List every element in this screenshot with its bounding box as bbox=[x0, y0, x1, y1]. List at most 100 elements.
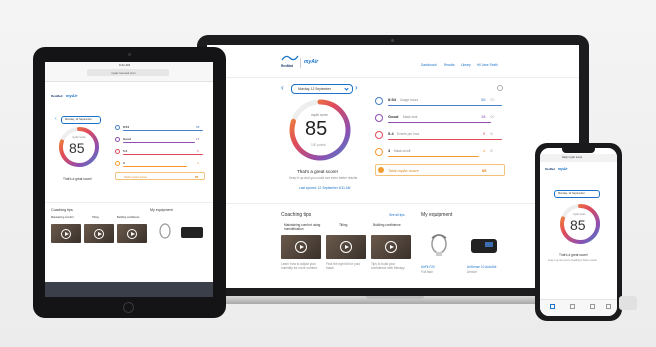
metric-max: /70 bbox=[490, 98, 495, 102]
see-all-tips-link[interactable]: See all tips bbox=[389, 213, 405, 217]
tip-title: Building confidence bbox=[373, 223, 401, 227]
laptop-base-notch bbox=[366, 296, 424, 299]
nav-account[interactable]: Hi! Jane Smith bbox=[477, 63, 498, 67]
mask-on-off-icon bbox=[375, 148, 383, 156]
play-icon bbox=[61, 229, 71, 239]
tablet-metric-row[interactable]: 3 4 bbox=[115, 160, 205, 170]
phone-score-sub-message: Keep it up and you're heading to better … bbox=[548, 259, 597, 262]
metric-max: /5 bbox=[490, 132, 493, 136]
play-icon bbox=[94, 229, 104, 239]
tablet-url-bar[interactable]: myair.resmed.com bbox=[87, 69, 169, 76]
metric-label: Mask seal bbox=[403, 115, 418, 119]
phone-myair-logo: myAir bbox=[558, 167, 568, 171]
resmed-wordmark: ResMed bbox=[281, 64, 294, 68]
phone-side-accent bbox=[619, 296, 637, 310]
nav-results[interactable]: Results bbox=[444, 63, 455, 67]
nav-dashboard[interactable]: Dashboard bbox=[421, 63, 437, 67]
tablet-nav-chevron-icon[interactable]: ‹ bbox=[55, 116, 57, 122]
metric-bar bbox=[388, 122, 491, 124]
tablet-tip-title: Building confidence bbox=[117, 216, 140, 219]
metric-bar bbox=[388, 105, 502, 107]
tablet-myair-logo: myAir bbox=[66, 93, 78, 98]
tip-card[interactable]: Tilting Find the right tilt for your mas… bbox=[326, 222, 366, 282]
tab-library-icon[interactable] bbox=[590, 304, 595, 309]
prev-day-chevron-icon[interactable]: ‹ bbox=[281, 83, 284, 92]
tablet-camera bbox=[128, 53, 131, 56]
my-equipment-title: My equipment bbox=[421, 212, 453, 218]
play-icon bbox=[127, 229, 137, 239]
equipment-item[interactable]: AirFit F20 Full face bbox=[421, 225, 461, 285]
tip-card[interactable]: Maintaining comfort using humidification… bbox=[281, 222, 321, 282]
total-label: Total myAir score bbox=[388, 168, 419, 173]
tip-video-thumbnail[interactable] bbox=[371, 235, 411, 259]
metric-row-mask-seal[interactable]: Good Mask seal 18 /20 bbox=[375, 112, 505, 128]
tablet-score-label: myAir score bbox=[72, 136, 86, 139]
tablet-home-button[interactable] bbox=[123, 302, 134, 313]
metric-value: 3 bbox=[388, 148, 391, 153]
metric-bar bbox=[388, 156, 479, 158]
tablet-metric-row[interactable]: 5.4 5 bbox=[115, 148, 205, 158]
metric-points: 4 bbox=[483, 148, 486, 153]
mask-icon bbox=[115, 137, 120, 142]
tab-menu-icon[interactable] bbox=[606, 304, 611, 309]
metric-value: 5.4 bbox=[388, 131, 394, 136]
metric-value: 8:54 bbox=[388, 97, 397, 102]
next-day-chevron-icon[interactable]: › bbox=[355, 83, 358, 92]
tablet-date-picker[interactable]: Monday, 12 September bbox=[61, 116, 101, 124]
tablet-footer bbox=[45, 282, 213, 297]
metric-points: 5 bbox=[197, 149, 199, 153]
tablet-cpap-device-icon bbox=[181, 227, 203, 238]
metric-row-events[interactable]: 5.4 Events per hour 5 /5 bbox=[375, 129, 505, 145]
star-icon bbox=[378, 167, 384, 173]
help-icon[interactable] bbox=[497, 85, 503, 91]
phone-score-message: That's a great score! bbox=[559, 253, 588, 257]
phone-date-picker-label: Monday, 12 September bbox=[558, 192, 585, 195]
tablet-tip-thumbnail[interactable] bbox=[117, 224, 147, 243]
equipment-item[interactable]: AirSense 10 AutoSet Device bbox=[467, 225, 507, 285]
tablet-metric-row[interactable]: Good 17 bbox=[115, 136, 205, 146]
metric-bar bbox=[388, 139, 502, 141]
tablet-equipment-title: My equipment bbox=[150, 208, 173, 212]
equipment-name: AirSense 10 AutoSet bbox=[467, 265, 497, 269]
tablet-metric-row[interactable]: 8:54 58 bbox=[115, 124, 205, 134]
metric-points: 17 bbox=[196, 137, 200, 141]
metric-points: 58 bbox=[196, 125, 200, 129]
metric-row-usage[interactable]: 8:54 Usage hours 58 /70 bbox=[375, 95, 505, 111]
metric-value: 3 bbox=[123, 161, 125, 165]
tablet-date-picker-label: Monday, 12 September bbox=[65, 118, 92, 121]
tablet-tip-thumbnail[interactable] bbox=[51, 224, 81, 243]
laptop-sync-note: Last synced: 12 September 8:31 AM bbox=[299, 186, 351, 190]
metric-points: 4 bbox=[197, 161, 199, 165]
tablet-divider bbox=[45, 202, 213, 203]
tablet-total-row: Total myAir score 85 bbox=[115, 172, 205, 180]
tablet-tip-thumbnail[interactable] bbox=[84, 224, 114, 243]
date-picker[interactable]: Monday, 12 September bbox=[291, 84, 353, 94]
phone-score-label: myAir score bbox=[573, 213, 586, 216]
tip-desc: Learn how to adjust your humidity for mo… bbox=[281, 262, 318, 270]
tip-video-thumbnail[interactable] bbox=[326, 235, 366, 259]
tip-title: Tilting bbox=[339, 223, 348, 227]
metric-label: Events per hour bbox=[397, 132, 420, 136]
metric-row-mask-on-off[interactable]: 3 Mask on/off 4 /5 bbox=[375, 146, 505, 162]
play-icon bbox=[295, 241, 307, 253]
nav-library[interactable]: Library bbox=[461, 63, 471, 67]
tablet-score-message: That's a great score! bbox=[63, 177, 92, 181]
metric-bar bbox=[123, 142, 195, 143]
tip-video-thumbnail[interactable] bbox=[281, 235, 321, 259]
metric-points: 18 bbox=[481, 114, 486, 119]
phone-score-value: 85 bbox=[570, 217, 586, 233]
laptop-score-label: myAir score bbox=[311, 113, 328, 117]
tab-results-icon[interactable] bbox=[570, 304, 575, 309]
laptop-score-message: That's a great score! bbox=[297, 169, 338, 174]
phone-date-picker[interactable]: Monday, 12 September bbox=[554, 190, 600, 198]
metric-value: Good bbox=[388, 114, 399, 119]
phone-header-bar: Daily myAir score bbox=[540, 154, 617, 162]
metric-bar bbox=[123, 154, 203, 155]
tip-card[interactable]: Building confidence Tips to build your c… bbox=[371, 222, 411, 282]
laptop-score-sub-message: Keep it up and you could see even better… bbox=[289, 176, 358, 180]
laptop-metrics: 8:54 Usage hours 58 /70 Good Mask seal 1… bbox=[375, 95, 505, 181]
laptop-camera bbox=[391, 39, 394, 42]
logo-divider bbox=[300, 58, 301, 68]
tab-dashboard-icon[interactable] bbox=[550, 304, 555, 309]
phone-header-title: Daily myAir score bbox=[562, 156, 583, 159]
